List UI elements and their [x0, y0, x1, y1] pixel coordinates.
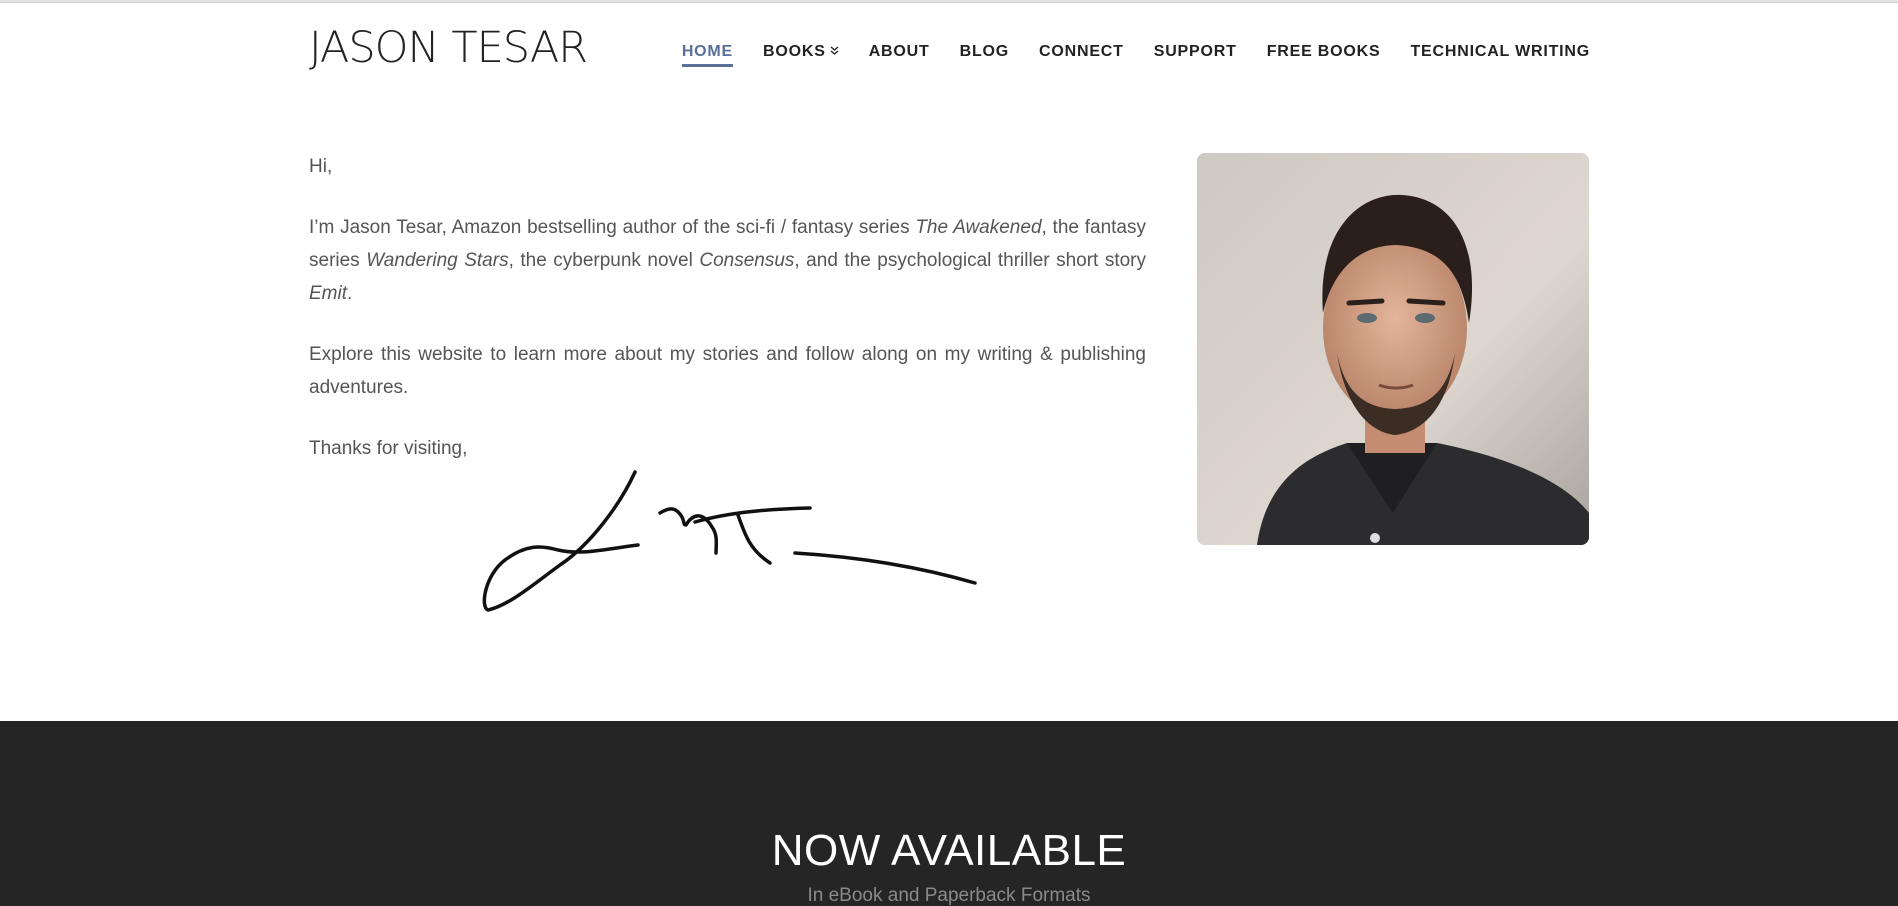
now-available-section: NOW AVAILABLE In eBook and Paperback For…	[0, 721, 1898, 906]
nav-item-label: CONNECT	[1039, 43, 1124, 60]
main-nav: HOME BOOKS ABOUT BLOG CONNECT SUPPORT FR…	[681, 43, 1590, 67]
intro-text-segment: .	[347, 283, 353, 304]
author-portrait	[1197, 153, 1589, 545]
nav-item-home[interactable]: HOME	[681, 43, 734, 67]
intro-text-segment: I’m Jason Tesar, Amazon bestselling auth…	[309, 217, 916, 238]
nav-item-label: SUPPORT	[1153, 43, 1237, 60]
nav-item-label: BOOKS	[763, 43, 826, 60]
nav-item-label: BLOG	[959, 43, 1010, 60]
nav-item-blog[interactable]: BLOG	[960, 43, 1009, 67]
greeting: Hi,	[309, 156, 333, 177]
book-title-consensus: Consensus	[699, 250, 795, 271]
intro-text-segment: , the cyberpunk novel	[508, 250, 700, 271]
explore-paragraph: Explore this website to learn more about…	[309, 344, 1146, 398]
section-subtitle: In eBook and Paperback Formats	[807, 885, 1091, 906]
site-header: JASON TESAR HOME BOOKS ABOUT BLOG CONNEC…	[0, 3, 1898, 103]
author-photo-illustration	[1197, 153, 1589, 545]
nav-item-books[interactable]: BOOKS	[763, 43, 839, 67]
nav-item-about[interactable]: ABOUT	[869, 43, 930, 67]
nav-item-support[interactable]: SUPPORT	[1154, 43, 1237, 67]
nav-item-label: TECHNICAL WRITING	[1410, 43, 1590, 60]
nav-item-technical-writing[interactable]: TECHNICAL WRITING	[1410, 43, 1590, 67]
book-title-wandering-stars: Wandering Stars	[366, 250, 509, 271]
book-title-emit: Emit	[309, 283, 347, 304]
closing-line: Thanks for visiting,	[309, 438, 468, 459]
book-title-the-awakened: The Awakened	[915, 217, 1042, 238]
double-chevron-down-icon	[830, 46, 839, 58]
signature-image	[482, 470, 977, 612]
intro-text-segment: , and the psychological thriller short s…	[794, 250, 1146, 271]
nav-item-label: ABOUT	[868, 43, 930, 60]
nav-item-label: FREE BOOKS	[1266, 43, 1381, 60]
intro-text: Hi, I’m Jason Tesar, Amazon bestselling …	[309, 150, 1146, 493]
nav-item-connect[interactable]: CONNECT	[1039, 43, 1124, 67]
nav-item-label: HOME	[681, 43, 734, 60]
nav-item-free-books[interactable]: FREE BOOKS	[1267, 43, 1381, 67]
intro-paragraph: I’m Jason Tesar, Amazon bestselling auth…	[309, 211, 1146, 310]
site-title[interactable]: JASON TESAR	[309, 23, 588, 73]
section-title: NOW AVAILABLE	[771, 826, 1127, 875]
